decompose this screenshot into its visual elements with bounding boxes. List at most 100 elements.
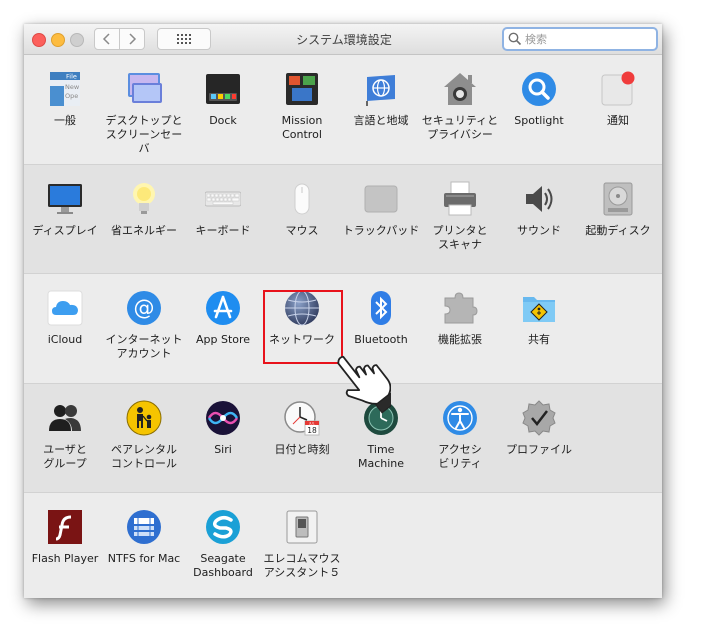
pane-row-personal: File New Ope 一般 デスクトップと スクリーンセーバ Dock Mi… (24, 55, 662, 163)
pane-label: Flash Player (31, 552, 99, 565)
pane-displays[interactable]: ディスプレイ (26, 165, 104, 273)
grid-icon (177, 34, 191, 44)
pane-label: Siri (214, 443, 232, 456)
pane-label: デスクトップと スクリーンセーバ (105, 114, 183, 155)
general-icon-text-3: Ope (65, 92, 78, 100)
pane-startup-disk[interactable]: 起動ディスク (579, 165, 657, 273)
general-icon: File New Ope (47, 71, 83, 107)
system-preferences-window: システム環境設定 File New Ope 一般 デスクトップと スクリーンセー… (24, 24, 662, 598)
pane-general[interactable]: File New Ope 一般 (26, 55, 104, 163)
pane-printers-scanners[interactable]: プリンタと スキャナ (421, 165, 499, 273)
lightbulb-icon (126, 181, 162, 217)
pane-parental-controls[interactable]: ペアレンタル コントロール (105, 384, 183, 492)
pane-label: ペアレンタル コントロール (111, 443, 177, 470)
pane-spotlight[interactable]: Spotlight (500, 55, 578, 163)
forward-button[interactable] (119, 28, 145, 50)
pane-row-other: Flash Player NTFS for Mac Seagate Dashbo… (24, 493, 662, 598)
display-icon (47, 181, 83, 217)
pane-language-region[interactable]: 言語と地域 (342, 55, 420, 163)
window-title: システム環境設定 (296, 33, 392, 47)
pane-siri[interactable]: Siri (184, 384, 262, 492)
shared-folder-icon (521, 290, 557, 326)
mouse-icon (284, 181, 320, 217)
search-field[interactable] (502, 27, 658, 51)
pane-mission-control[interactable]: Mission Control (263, 55, 341, 163)
network-highlight-box (263, 290, 343, 364)
pane-label: サウンド (517, 224, 561, 237)
pane-accessibility[interactable]: アクセシ ビリティ (421, 384, 499, 492)
pane-trackpad[interactable]: トラックパッド (342, 165, 420, 273)
at-sign-icon: @ (126, 290, 162, 326)
pane-label: Mission Control (281, 114, 323, 141)
pane-users-groups[interactable]: ユーザと グループ (26, 384, 104, 492)
minimize-button[interactable] (51, 33, 65, 47)
pane-profiles[interactable]: プロファイル (500, 384, 578, 492)
flash-player-icon (47, 509, 83, 545)
search-input[interactable] (522, 32, 645, 46)
users-icon (47, 400, 83, 436)
close-button[interactable] (32, 33, 46, 47)
chevron-left-icon (102, 33, 110, 45)
pane-extensions[interactable]: 機能拡張 (421, 274, 499, 382)
pane-label: Seagate Dashboard (193, 552, 253, 579)
pane-sharing[interactable]: 共有 (500, 274, 578, 382)
show-all-button[interactable] (157, 28, 211, 50)
pane-date-time[interactable]: JUL 18 日付と時刻 (263, 384, 341, 492)
zoom-button[interactable] (70, 33, 84, 47)
pane-label: 省エネルギー (111, 224, 177, 237)
pane-flash-player[interactable]: Flash Player (26, 493, 104, 598)
general-icon-text-2: New (65, 83, 80, 91)
pane-label: 共有 (528, 333, 550, 346)
pane-label: インターネット アカウント (105, 333, 183, 360)
trackpad-icon (363, 181, 399, 217)
pane-elecom-mouse-assistant[interactable]: エレコムマウス アシスタント５ (263, 493, 341, 598)
pane-app-store[interactable]: App Store (184, 274, 262, 382)
pane-label: 起動ディスク (585, 224, 651, 237)
pane-label: アクセシ ビリティ (438, 443, 482, 470)
pane-seagate-dashboard[interactable]: Seagate Dashboard (184, 493, 262, 598)
pane-label: ユーザと グループ (43, 443, 87, 470)
pane-ntfs-for-mac[interactable]: NTFS for Mac (105, 493, 183, 598)
pane-notifications[interactable]: 通知 (579, 55, 657, 163)
pane-keyboard[interactable]: キーボード (184, 165, 262, 273)
app-store-icon (205, 290, 241, 326)
pane-label: Bluetooth (354, 333, 408, 346)
pane-label: トラックパッド (342, 224, 420, 237)
puzzle-piece-icon (442, 290, 478, 326)
pane-sound[interactable]: サウンド (500, 165, 578, 273)
pane-icloud[interactable]: iCloud (26, 274, 104, 382)
bluetooth-icon (363, 290, 399, 326)
chevron-right-icon (129, 33, 137, 45)
pane-mouse[interactable]: マウス (263, 165, 341, 273)
pane-label: プロファイル (506, 443, 572, 456)
ntfs-icon (126, 509, 162, 545)
pane-label: Dock (209, 114, 237, 127)
house-lock-icon (442, 71, 478, 107)
language-region-icon (363, 71, 399, 107)
pane-energy-saver[interactable]: 省エネルギー (105, 165, 183, 273)
pane-label: 日付と時刻 (274, 443, 330, 456)
pane-internet-accounts[interactable]: @ インターネット アカウント (105, 274, 183, 382)
pane-label: ディスプレイ (32, 224, 98, 237)
search-icon (508, 32, 522, 46)
pane-label: マウス (285, 224, 319, 237)
calendar-day: 18 (307, 426, 317, 435)
pane-desktop-screensaver[interactable]: デスクトップと スクリーンセーバ (105, 55, 183, 163)
printer-icon (442, 181, 478, 217)
hard-drive-icon (600, 181, 636, 217)
back-button[interactable] (94, 28, 120, 50)
keyboard-icon (205, 181, 241, 217)
pane-label: セキュリティと プライバシー (421, 114, 499, 141)
pane-security-privacy[interactable]: セキュリティと プライバシー (421, 55, 499, 163)
pane-label: Time Machine (357, 443, 405, 470)
pane-label: キーボード (195, 224, 251, 237)
notifications-icon (600, 71, 636, 107)
pane-label: エレコムマウス アシスタント５ (263, 552, 341, 579)
icloud-icon (47, 290, 83, 326)
pointing-hand-icon (337, 355, 391, 414)
siri-icon (205, 400, 241, 436)
pane-label: 一般 (54, 114, 76, 127)
pane-dock[interactable]: Dock (184, 55, 262, 163)
seagate-icon (205, 509, 241, 545)
pane-label: App Store (195, 333, 251, 346)
